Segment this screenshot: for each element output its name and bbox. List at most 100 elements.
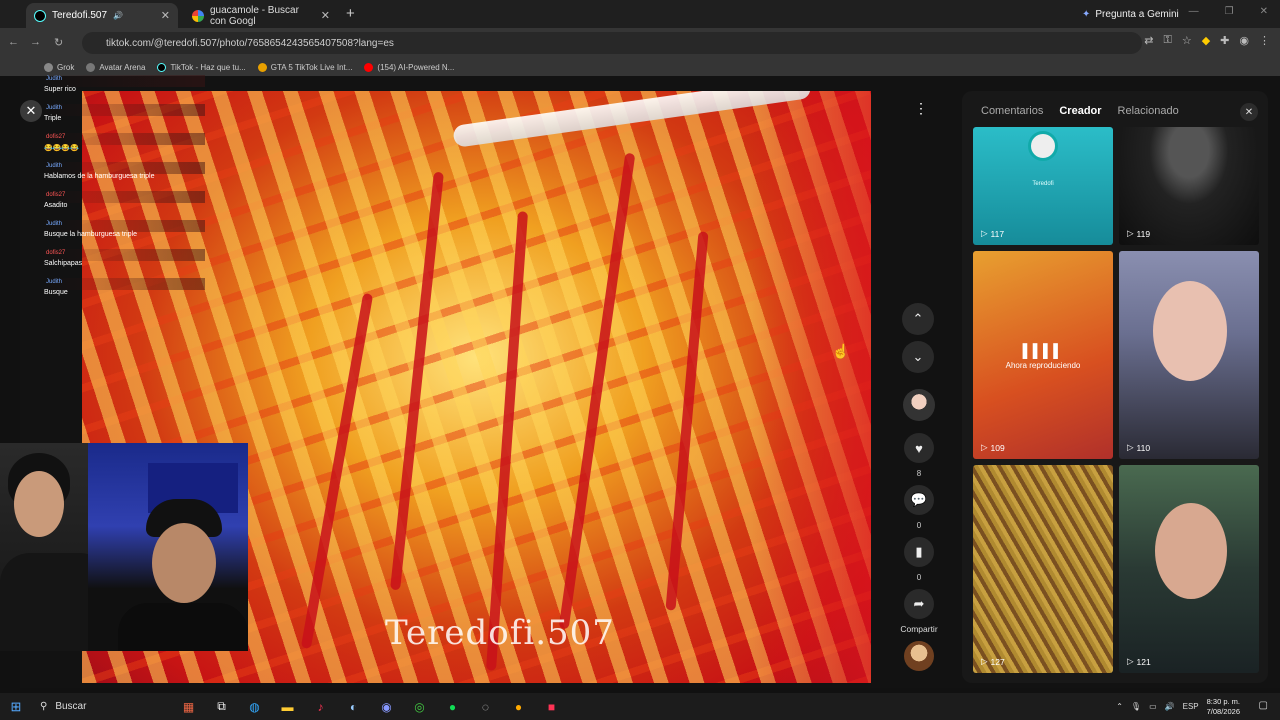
video-thumb[interactable]: ▷ 110 [1119,251,1259,459]
ketchup-stripe [558,152,636,630]
face-shape [1155,503,1227,599]
maximize-icon[interactable]: ❐ [1225,6,1234,17]
gemini-button[interactable]: ✦ Pregunta a Gemini [1074,5,1187,23]
tab-comentarios[interactable]: Comentarios [981,105,1043,117]
chat-message: dofis27 Asadito [40,191,210,221]
like-button[interactable]: ♥ [904,433,934,463]
chat-text: Busque [44,289,68,296]
profile-icon[interactable]: ◉ [1239,34,1249,47]
url-field[interactable]: tiktok.com/@teredofi.507/photo/765865424… [82,32,1142,54]
plate-edge [751,91,871,683]
spotify-icon[interactable]: ● [436,700,469,714]
now-playing-label: Ahora reproduciendo [1005,361,1081,370]
network-icon[interactable]: ▭ [1149,702,1157,711]
clock[interactable]: 8:30 p. m. 7/08/2026 [1207,697,1240,717]
folder-icon[interactable]: ▬ [271,700,304,714]
back-icon[interactable]: ← [8,36,19,48]
video-thumb[interactable]: Teredofi ▷ 117 [973,127,1113,245]
bookmark-item[interactable]: GTA 5 TikTok Live Int... [257,62,352,72]
widget-icon[interactable]: ▦ [172,700,205,714]
bookmark-item[interactable]: (154) AI-Powered N... [364,62,454,72]
view-count: ▷ 110 [1127,442,1150,453]
view-number: 127 [990,656,1005,667]
view-count: ▷ 117 [981,228,1004,239]
close-tab-icon[interactable]: ✕ [321,9,330,22]
translate-icon[interactable]: ⇄ [1144,34,1153,47]
mic-icon[interactable]: 🎙 [1131,702,1141,711]
tiktok-studio-icon[interactable]: ■ [535,700,568,714]
video-thumb[interactable]: ▷ 119 [1119,127,1259,245]
taskbar-search[interactable]: ⚲ Buscar [32,701,172,712]
close-viewer-button[interactable]: ✕ [20,100,42,122]
task-view-icon[interactable]: ⧉ [205,699,238,714]
chat-text: Salchipapas [44,260,83,267]
tab-google[interactable]: guacamole - Buscar con Googl ✕ [184,3,338,28]
close-panel-button[interactable]: ✕ [1240,103,1258,121]
view-count: ▷ 119 [1127,228,1150,239]
minimize-icon[interactable]: — [1189,6,1199,17]
chat-message: dofis27 Salchipapas [40,249,210,279]
chat-user: Judith [46,105,63,111]
chrome-icon[interactable]: ◎ [403,700,436,714]
volume-icon[interactable]: 🔊 [1165,702,1175,711]
tab-creador[interactable]: Creador [1059,105,1101,117]
close-icon: ✕ [25,103,37,118]
creator-avatar[interactable] [903,389,935,421]
save-button[interactable]: ▮ [904,537,934,567]
profile-pic [1028,131,1058,161]
steam-icon[interactable]: ◐ [337,700,370,714]
share-button[interactable]: ➦ [904,589,934,619]
discord-icon[interactable]: ◉ [370,700,403,714]
face-shape [14,471,64,537]
windows-start-icon[interactable]: ⊞ [0,699,32,715]
comment-button[interactable]: 💬 [904,485,934,515]
app-icon[interactable]: ● [502,700,535,714]
new-tab-button[interactable]: + [346,5,355,22]
chat-message: dofis27 😂😂😂😂 [40,133,210,163]
extension-icons: ⇄ ⚿ ☆ ◆ ✚ ◉ ⋮ [1144,34,1270,47]
puzzle-icon[interactable]: ✚ [1220,34,1229,47]
chevron-up-icon[interactable]: ⌃ [1116,702,1123,711]
share-icon: ➦ [913,596,925,611]
save-count: 0 [916,573,922,582]
tab-title: Teredofi.507 [52,10,108,21]
equalizer-icon: ▌▌▌▌ [1022,343,1064,358]
chevron-down-icon: ⌄ [912,349,924,364]
chat-user: Judith [46,163,63,169]
video-thumb-now-playing[interactable]: ▌▌▌▌ Ahora reproduciendo ▷ 109 [973,251,1113,459]
next-post-button[interactable]: ⌄ [902,341,934,373]
chat-bar [40,104,205,116]
chat-text: Asadito [44,202,68,209]
tab-relacionado[interactable]: Relacionado [1118,105,1179,117]
extension-icon[interactable]: ◆ [1202,34,1210,47]
gemini-label: Pregunta a Gemini [1095,8,1179,20]
chat-text: Hablamos de la hamburguesa triple [44,173,155,180]
tiktok-app-icon[interactable]: ♪ [304,700,337,714]
more-options-icon[interactable]: ⋮ [910,100,932,122]
close-window-icon[interactable]: ✕ [1260,6,1268,17]
chat-text: 😂😂😂😂 [44,145,79,152]
obs-icon[interactable]: ◌ [469,700,502,714]
close-tab-icon[interactable]: ✕ [161,9,170,22]
menu-icon[interactable]: ⋮ [1259,34,1270,47]
video-thumb[interactable]: ▷ 121 [1119,465,1259,673]
tab-tiktok[interactable]: Teredofi.507 🔊 ✕ [26,3,178,28]
view-number: 109 [990,442,1005,453]
key-icon[interactable]: ⚿ [1163,34,1171,47]
play-icon: ▷ [1127,442,1134,452]
chat-user: dofis27 [46,250,66,256]
chat-message: Judith Triple [40,104,210,134]
play-icon: ▷ [1127,656,1134,666]
face-shape [152,523,216,603]
star-icon[interactable]: ☆ [1182,34,1192,47]
sound-avatar[interactable] [904,641,934,671]
previous-post-button[interactable]: ⌃ [902,303,934,335]
video-thumb[interactable]: ▷ 127 [973,465,1113,673]
notification-icon[interactable]: ▢ [1259,700,1268,711]
keyboard-lang[interactable]: ESP [1183,702,1199,711]
edge-icon[interactable]: ◍ [238,700,271,714]
share-label: Compartir [900,624,938,634]
chat-user: dofis27 [46,134,66,140]
body-shape [118,603,248,651]
comment-icon: 💬 [910,492,928,507]
